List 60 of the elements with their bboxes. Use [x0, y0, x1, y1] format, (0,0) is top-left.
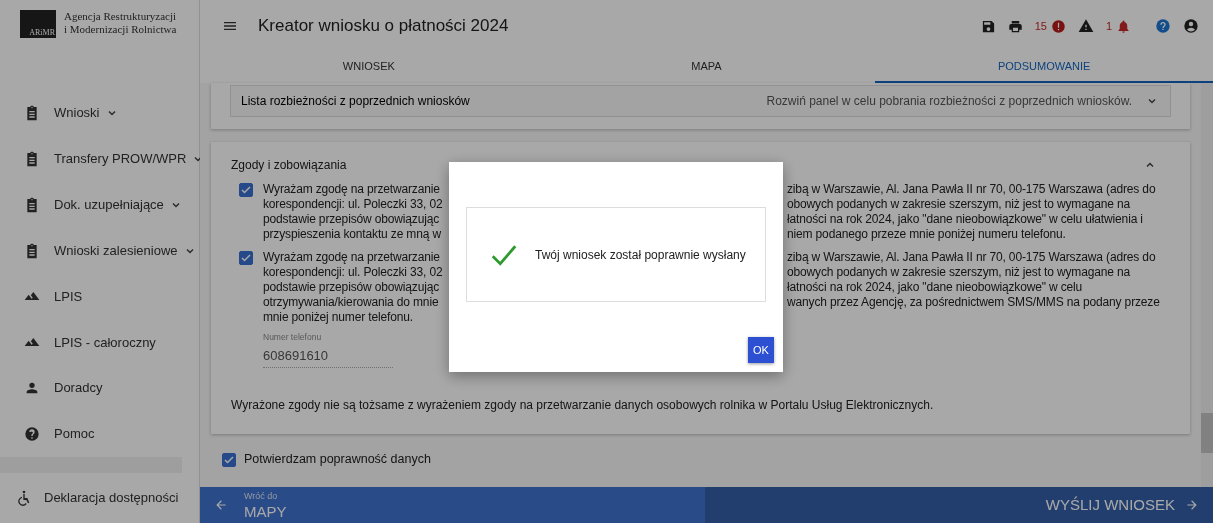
- print-icon[interactable]: [1007, 18, 1023, 34]
- help-icon: [24, 426, 40, 443]
- back-target: MAPY: [244, 503, 287, 519]
- consent-text: obowych podanych w zakresie szerszym, niż jest to wymagane na: [787, 197, 1131, 212]
- clipboard-icon: [24, 196, 40, 213]
- error-icon[interactable]: [1050, 18, 1066, 34]
- consent-text: niem podanego przeze mnie poniżej numeru telefonu.: [787, 227, 1067, 242]
- logo: ARiMR: [20, 10, 56, 38]
- clipboard-icon: [24, 150, 40, 167]
- consent-text: podstawie przepisów obowiązując: [263, 212, 441, 227]
- consent-text: korespondencji: ul. Poleczki 33, 02: [263, 265, 444, 280]
- clipboard-icon: [24, 242, 40, 259]
- submit-button[interactable]: WYŚLIJ WNIOSEK: [705, 487, 1213, 523]
- page-title: Kreator wniosku o płatności 2024: [258, 15, 509, 38]
- help-icon[interactable]: [1155, 18, 1171, 34]
- note-text: Wyrażone zgody nie są tożsame z wyrażeniem zgody na przetwarzanie danych osobowych rolnika w Portalu Usług Elektronicznych.: [231, 397, 935, 415]
- confirm-checkbox[interactable]: Potwierdzam poprawność danych: [222, 450, 1190, 469]
- check-icon: [223, 454, 235, 467]
- consent-text: wanych przez Agencję, za pośrednictwem SMS/MMS na podany przeze: [787, 295, 1160, 310]
- consent-text: łatności na rok 2024, jako "dane nieobowiązkowe" w celu ułatwienia i: [787, 212, 1144, 227]
- checkbox-label: Potwierdzam poprawność danych: [244, 451, 431, 469]
- consent-text: korespondencji: ul. Poleczki 33, 02: [263, 197, 444, 212]
- tab[interactable]: MAPA: [537, 52, 876, 83]
- checkbox[interactable]: [239, 183, 253, 197]
- checkbox[interactable]: [239, 251, 253, 265]
- arrow-right-icon: [1185, 498, 1199, 512]
- check-icon: [240, 252, 252, 264]
- sidebar-item[interactable]: Deklaracja dostępności: [0, 473, 199, 523]
- expansion-panel[interactable]: Lista rozbieżności z poprzednich wniosków Rozwiń panel w celu pobrania rozbieżności z poprzednich wniosków.: [230, 85, 1171, 117]
- consent-text: łatności na rok 2024, jako "dane nieobowiązkowe" w celu: [787, 280, 1084, 295]
- field-label: Numer telefonu: [263, 331, 323, 344]
- bell-icon[interactable]: [1116, 18, 1131, 34]
- accessibility-icon: [16, 490, 32, 506]
- save-icon[interactable]: [980, 18, 996, 34]
- arrow-left-icon: [214, 498, 228, 512]
- consent-text: mnie poniżej numer telefonu.: [263, 310, 414, 325]
- consent-text: Wyrażam zgodę na przetwarzanie: [263, 182, 441, 197]
- consent-text: przyspieszenia kontaktu ze mną w: [263, 227, 442, 242]
- checkbox[interactable]: [222, 453, 236, 468]
- back-button[interactable]: Wróć do MAPY: [200, 487, 705, 523]
- tab[interactable]: WNIOSEK: [200, 52, 538, 83]
- logo-text: Agencja Restrukturyzacji i Modernizacji Rolnictwa: [64, 10, 177, 36]
- ok-button[interactable]: OK: [748, 337, 774, 363]
- warning-icon[interactable]: [1077, 18, 1094, 34]
- consent-text: zibą w Warszawie, Al. Jana Pawła II nr 70, 00-175 Warszawa (adres do: [787, 250, 1157, 265]
- section-title: Zgody i zobowiązania: [231, 157, 347, 174]
- notification-count: 1: [1105, 18, 1112, 34]
- dialog-message: Twój wniosek został poprawnie wysłany: [535, 246, 746, 264]
- account-icon[interactable]: [1183, 18, 1199, 34]
- clipboard-icon: [24, 104, 40, 121]
- consent-text: Wyrażam zgodę na przetwarzanie: [263, 250, 441, 265]
- consent-text: obowych podanych w zakresie szerszym, niż jest to wymagane na: [787, 265, 1131, 280]
- consent-text: otrzymywania/kierowania do mnie: [263, 295, 440, 310]
- consent-text: podstawie przepisów obowiązując: [263, 280, 441, 295]
- scrollbar[interactable]: [1201, 83, 1213, 487]
- error-count: 15: [1034, 18, 1047, 34]
- back-caption: Wróć do: [244, 491, 279, 501]
- check-icon: [240, 184, 252, 196]
- panel-hint: Rozwiń panel w celu pobrania rozbieżności z poprzednich wniosków.: [766, 93, 1132, 110]
- consent-text: zibą w Warszawie, Al. Jana Pawła II nr 70, 00-175 Warszawa (adres do: [787, 182, 1156, 197]
